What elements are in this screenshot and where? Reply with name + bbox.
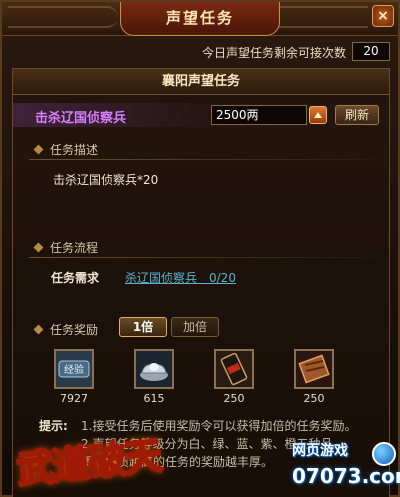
panel-title: 襄阳声望任务 [13,69,389,95]
site-logo-ball-icon [372,442,396,466]
silver-ingot-icon [134,349,174,389]
header-ornament-left [8,6,118,28]
section-label: 任务描述 [50,143,99,157]
task-row: 击杀辽国侦察兵 2500两 刷新 [13,103,389,127]
section-divider [29,159,375,160]
reward-slot-token[interactable]: 250 [209,349,259,405]
site-logo-line1: 网页游戏 [292,443,348,459]
reward-count: 615 [143,392,165,405]
game-logo-text: 武道破天 [13,432,163,494]
reward-count: 7927 [60,392,88,405]
section-task-description: 任务描述 [33,141,99,157]
double-reward-button[interactable]: 加倍 [171,317,219,337]
window-header: 声望任务 × [2,2,398,36]
section-task-rewards: 任务奖励 [33,321,99,337]
refresh-button[interactable]: 刷新 [335,105,379,125]
reward-count: 250 [303,392,325,405]
arrow-up-icon [314,112,322,118]
token-plaque-icon [214,349,254,389]
task-description-text: 击杀辽国侦察兵*20 [53,173,159,187]
diamond-bullet-icon [33,324,44,335]
diamond-bullet-icon [33,242,44,253]
site-watermark-logo: 网页游戏 07073.com [292,432,400,496]
reward-slot-scroll[interactable]: 250 [289,349,339,405]
section-task-process: 任务流程 [33,239,99,255]
requirement-label: 任务需求 [51,271,100,285]
upgrade-arrow-button[interactable] [309,106,327,124]
site-logo-line2: 07073.com [292,464,400,488]
section-label: 任务奖励 [50,323,99,337]
multiplier-1x-button[interactable]: 1倍 [119,317,167,337]
diamond-bullet-icon [33,144,44,155]
quest-window: 声望任务 × 今日声望任务剩余可接次数 20 襄阳声望任务 击杀辽国侦察兵 25… [0,0,400,497]
reward-slot-silver[interactable]: 615 [129,349,179,405]
scroll-bundle-icon [294,349,334,389]
reward-money-field: 2500两 [211,105,307,125]
remaining-attempts-label: 今日声望任务剩余可接次数 [201,46,346,60]
task-name: 击杀辽国侦察兵 [35,111,127,126]
section-divider [29,257,375,258]
svg-text:经验: 经验 [64,363,84,376]
reward-count: 250 [223,392,245,405]
close-button[interactable]: × [372,5,394,27]
window-title: 声望任务 [120,2,280,36]
requirement-link[interactable]: 杀辽国侦察兵 0/20 [125,269,236,286]
section-label: 任务流程 [50,241,99,255]
game-logo: 武道破天 [2,422,202,497]
reward-slot-experience[interactable]: 经验 7927 [49,349,99,405]
experience-scroll-icon: 经验 [54,349,94,389]
remaining-attempts-row: 今日声望任务剩余可接次数 20 [162,42,392,62]
remaining-attempts-value: 20 [352,42,390,61]
